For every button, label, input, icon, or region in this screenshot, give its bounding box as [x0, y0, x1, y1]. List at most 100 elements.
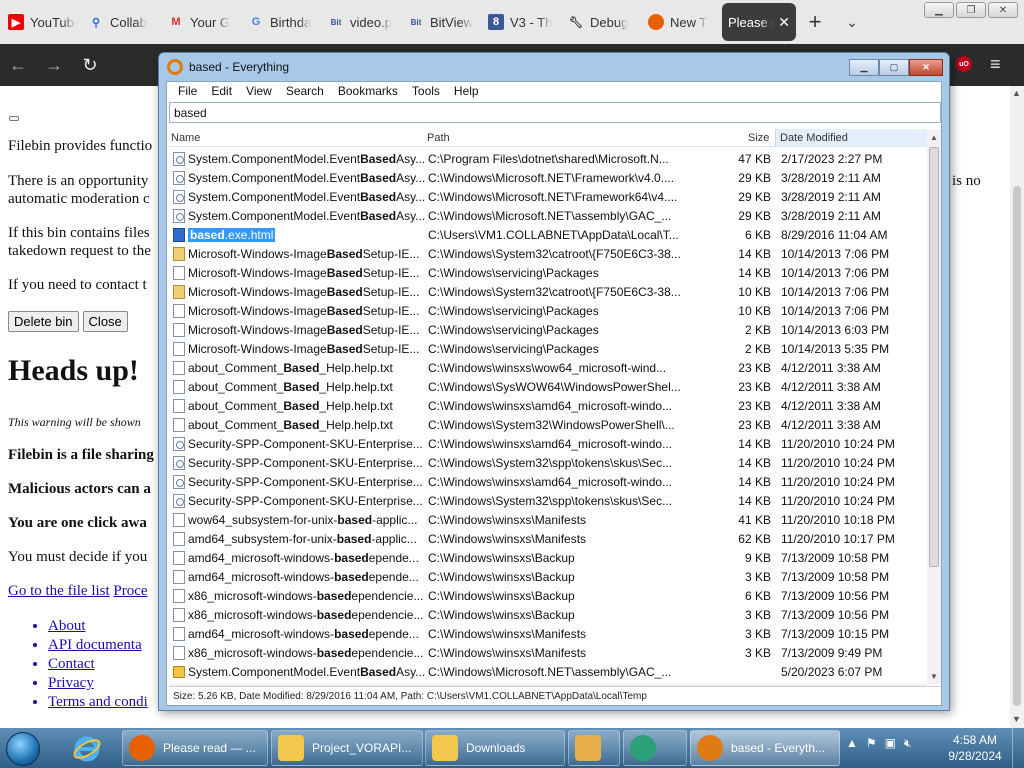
new-tab-button[interactable]: +: [796, 9, 834, 35]
column-header-path[interactable]: Path: [427, 132, 450, 144]
taskbar-item[interactable]: Please read — ...: [122, 730, 268, 766]
everything-search-input[interactable]: based: [169, 102, 941, 123]
volume-muted-icon[interactable]: 🔇︎: [904, 736, 912, 751]
back-button[interactable]: ←: [0, 55, 36, 76]
result-row[interactable]: x86_microsoft-windows-basedependencie...…: [169, 644, 927, 663]
browser-tab[interactable]: 🔧︎ Debug: [562, 4, 642, 40]
reload-button[interactable]: ↻: [72, 55, 108, 76]
result-row[interactable]: System.ComponentModel.EventBasedAsy... C:…: [169, 150, 927, 169]
result-row[interactable]: Microsoft-Windows-ImageBasedSetup-IE... C…: [169, 283, 927, 302]
result-size: 23 KB: [738, 399, 771, 413]
result-row[interactable]: x86_microsoft-windows-basedependencie...…: [169, 587, 927, 606]
result-row[interactable]: System.ComponentModel.EventBasedAsy... C:…: [169, 169, 927, 188]
results-scrollbar[interactable]: ▲ ▼: [927, 129, 941, 684]
ublock-icon[interactable]: uO: [956, 56, 972, 72]
proceed-link[interactable]: Proce: [113, 583, 147, 599]
result-row[interactable]: Microsoft-Windows-ImageBasedSetup-IE... C…: [169, 245, 927, 264]
browser-tab[interactable]: G Birthda: [242, 4, 322, 40]
tab-close-icon[interactable]: ✕: [778, 14, 790, 31]
footer-link[interactable]: API documenta: [48, 637, 148, 656]
taskbar-item[interactable]: Project_VORAPI...: [271, 730, 423, 766]
result-row[interactable]: Microsoft-Windows-ImageBasedSetup-IE... C…: [169, 321, 927, 340]
flag-icon[interactable]: ⚑: [866, 736, 877, 751]
result-row[interactable]: about_Comment_Based_Help.help.txt C:\Wind…: [169, 397, 927, 416]
page-scrollbar[interactable]: ▲ ▼: [1010, 86, 1024, 728]
tab-list-button[interactable]: ⌄: [834, 14, 870, 31]
column-header-size[interactable]: Size: [748, 132, 769, 144]
internet-explorer-icon[interactable]: [70, 732, 104, 766]
browser-tab[interactable]: Bit BitView: [402, 4, 482, 40]
forward-button[interactable]: →: [36, 55, 72, 76]
results-scrollbar-thumb[interactable]: [929, 147, 939, 567]
result-row[interactable]: about_Comment_Based_Help.help.txt C:\Wind…: [169, 378, 927, 397]
browser-close-button[interactable]: ✕: [988, 2, 1018, 18]
result-row[interactable]: Security-SPP-Component-SKU-Enterprise...…: [169, 435, 927, 454]
close-button[interactable]: Close: [82, 311, 128, 332]
menu-bookmarks[interactable]: Bookmarks: [333, 84, 403, 98]
taskbar-item[interactable]: based - Everyth...: [690, 730, 840, 766]
browser-tab[interactable]: M Your G: [162, 4, 242, 40]
browser-menu-button[interactable]: ≡: [990, 54, 1001, 75]
file-list-link[interactable]: Go to the file list: [8, 583, 110, 599]
result-row[interactable]: amd64_microsoft-windows-basedepende... C:…: [169, 625, 927, 644]
result-row[interactable]: Security-SPP-Component-SKU-Enterprise...…: [169, 454, 927, 473]
menu-edit[interactable]: Edit: [206, 84, 237, 98]
menu-search[interactable]: Search: [281, 84, 329, 98]
taskbar-item[interactable]: Downloads: [425, 730, 565, 766]
scroll-up-arrow-icon[interactable]: ▲: [1012, 88, 1021, 98]
result-row[interactable]: Security-SPP-Component-SKU-Enterprise...…: [169, 492, 927, 511]
result-row[interactable]: Microsoft-Windows-ImageBasedSetup-IE... C…: [169, 302, 927, 321]
result-row[interactable]: System.ComponentModel.EventBasedAsy... C:…: [169, 188, 927, 207]
browser-tab[interactable]: New T: [642, 4, 722, 40]
everything-maximize-button[interactable]: ▢: [879, 59, 909, 76]
taskbar-item[interactable]: [623, 730, 687, 766]
browser-tab[interactable]: ▶ YouTube: [2, 4, 82, 40]
page-toggle[interactable]: [9, 116, 19, 121]
result-row[interactable]: based.exe.html C:\Users\VM1.COLLABNET\App…: [169, 226, 927, 245]
menu-view[interactable]: View: [241, 84, 277, 98]
browser-tab[interactable]: ⚲ Collab: [82, 4, 162, 40]
browser-minimize-button[interactable]: ▁: [924, 2, 954, 18]
footer-link[interactable]: Terms and condi: [48, 694, 148, 713]
show-desktop-button[interactable]: [1012, 728, 1024, 768]
result-row[interactable]: System.ComponentModel.EventBasedAsy... C:…: [169, 207, 927, 226]
result-row[interactable]: amd64_subsystem-for-unix-based-applic...…: [169, 530, 927, 549]
result-row[interactable]: System.ComponentModel.EventBasedAsy... C:…: [169, 663, 927, 682]
menu-file[interactable]: File: [173, 84, 202, 98]
show-hidden-icons-icon[interactable]: ▲: [846, 736, 858, 751]
footer-link[interactable]: Privacy: [48, 675, 148, 694]
result-row[interactable]: x86_microsoft-windows-basedependencie...…: [169, 606, 927, 625]
menu-help[interactable]: Help: [449, 84, 484, 98]
start-button[interactable]: [6, 732, 40, 766]
taskbar-item[interactable]: [568, 730, 620, 766]
browser-tab[interactable]: Bit video.p: [322, 4, 402, 40]
footer-link[interactable]: About: [48, 618, 148, 637]
result-row[interactable]: Microsoft-Windows-ImageBasedSetup-IE... C…: [169, 264, 927, 283]
delete-bin-button[interactable]: Delete bin: [8, 311, 79, 332]
result-row[interactable]: Security-SPP-Component-SKU-Enterprise...…: [169, 473, 927, 492]
result-name: about_Comment_Based_Help.help.txt: [188, 361, 426, 375]
scroll-down-arrow-icon[interactable]: ▼: [930, 672, 938, 681]
page-scrollbar-thumb[interactable]: [1013, 186, 1021, 706]
column-header-name[interactable]: Name: [171, 132, 200, 144]
network-icon[interactable]: ▣: [885, 736, 896, 751]
footer-link[interactable]: Contact: [48, 656, 148, 675]
browser-tab[interactable]: 8 V3 - Th: [482, 4, 562, 40]
browser-restore-button[interactable]: ❐: [956, 2, 986, 18]
result-row[interactable]: about_Comment_Based_Help.help.txt C:\Wind…: [169, 416, 927, 435]
scroll-down-arrow-icon[interactable]: ▼: [1012, 714, 1021, 724]
result-row[interactable]: amd64_microsoft-windows-basedepende... C:…: [169, 549, 927, 568]
result-row[interactable]: amd64_microsoft-windows-basedepende... C:…: [169, 568, 927, 587]
scroll-up-arrow-icon[interactable]: ▲: [930, 133, 938, 142]
everything-minimize-button[interactable]: ▁: [849, 59, 879, 76]
system-clock[interactable]: 4:58 AM 9/28/2024: [944, 732, 1006, 764]
everything-titlebar[interactable]: based - Everything: [159, 53, 949, 81]
result-row[interactable]: about_Comment_Based_Help.help.txt C:\Wind…: [169, 359, 927, 378]
browser-tab[interactable]: Please r ✕: [722, 3, 796, 41]
column-header-row: Name Path Size Date Modified: [169, 129, 927, 147]
result-row[interactable]: Microsoft-Windows-ImageBasedSetup-IE... C…: [169, 340, 927, 359]
menu-tools[interactable]: Tools: [407, 84, 445, 98]
everything-close-button[interactable]: ✕: [909, 59, 943, 76]
column-header-date-modified[interactable]: Date Modified: [775, 129, 927, 147]
result-row[interactable]: wow64_subsystem-for-unix-based-applic...…: [169, 511, 927, 530]
